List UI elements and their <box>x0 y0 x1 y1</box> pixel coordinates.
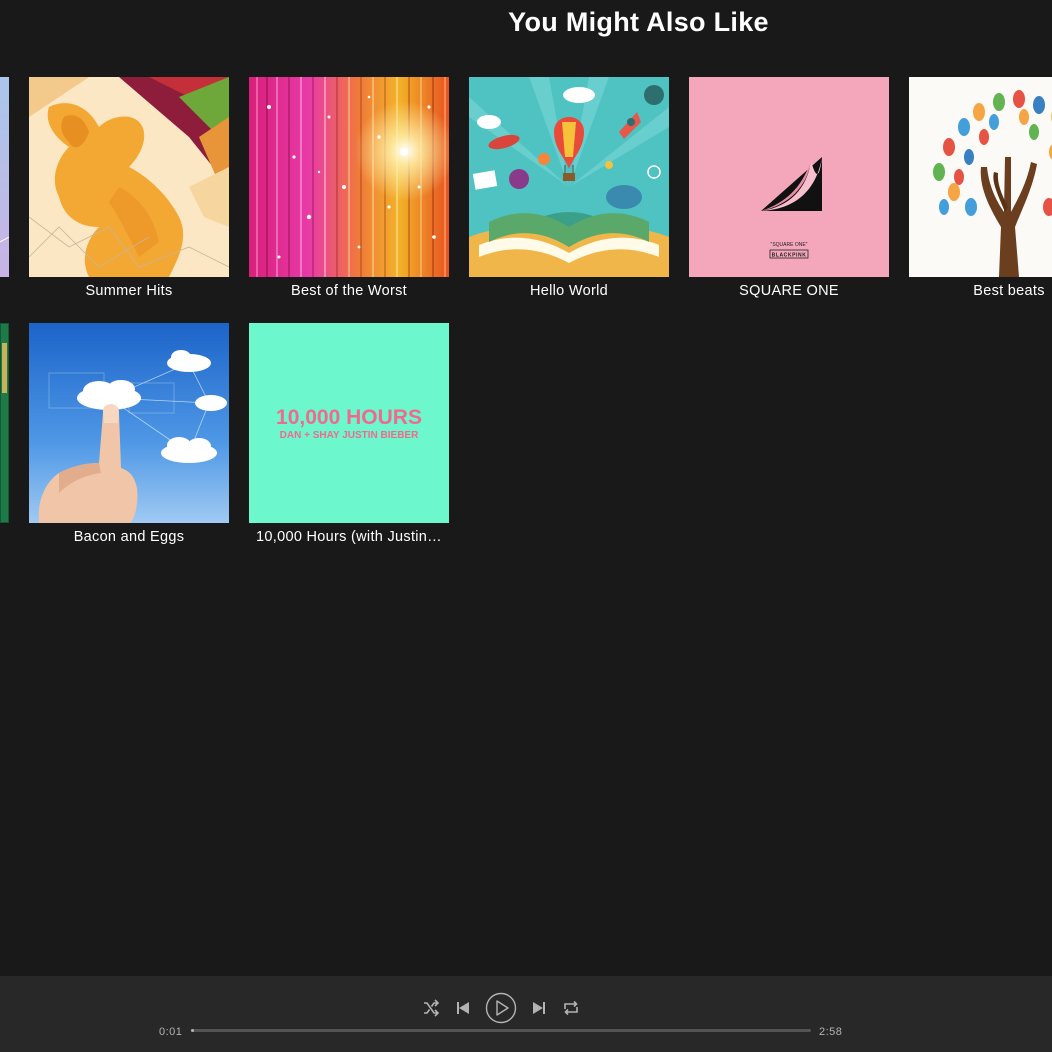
playlist-title: Best of the Worst <box>290 283 408 299</box>
hand-touch-cloud-art <box>29 323 229 523</box>
progress-bar[interactable] <box>191 1029 811 1032</box>
playlist-title: Best beats <box>973 283 1045 299</box>
playlist-card[interactable]: 10,000 HOURS DAN + SHAY JUSTIN BIEBER 10… <box>249 323 449 546</box>
playlist-title: 10,000 Hours (with Justin… <box>256 529 442 545</box>
playlist-card[interactable]: Best of the Worst <box>249 77 449 300</box>
mint-text-art: 10,000 HOURS DAN + SHAY JUSTIN BIEBER <box>249 323 449 523</box>
current-time: 0:01 <box>159 1026 183 1038</box>
open-book-balloon-art <box>469 77 669 277</box>
album-small-text: "SQUARE ONE" <box>771 242 808 248</box>
playlist-title: Summer Hits <box>85 283 173 299</box>
repeat-icon <box>564 1000 578 1016</box>
sparkle-stripes-art <box>249 77 449 277</box>
playlist-title: Hello World <box>530 283 608 299</box>
play-button[interactable] <box>485 992 517 1024</box>
album-artists-text: DAN + SHAY JUSTIN BIEBER <box>280 430 419 441</box>
section-title: You Might Also Like <box>508 7 769 37</box>
playlist-card[interactable]: Summer Hits <box>29 77 229 300</box>
pink-page-curl-art: "SQUARE ONE" BLACKPINK <box>689 77 889 277</box>
hand-tree-art <box>909 77 1052 277</box>
previous-icon <box>457 1002 469 1014</box>
playlist-title: Bacon and Eggs <box>73 529 185 545</box>
partial-album-art <box>0 323 9 523</box>
progress-fill <box>191 1029 195 1032</box>
previous-button[interactable] <box>453 998 473 1018</box>
partial-album-art <box>0 77 9 277</box>
shuffle-button[interactable] <box>421 998 441 1018</box>
playlist-card[interactable]: Bacon and Eggs <box>29 323 229 546</box>
album-title-text: 10,000 HOURS <box>276 406 422 429</box>
player-bar: 0:01 2:58 <box>0 976 1052 1052</box>
shuffle-icon <box>424 999 440 1017</box>
total-time: 2:58 <box>819 1026 843 1038</box>
next-icon <box>533 1002 545 1014</box>
playlist-card[interactable]: Hello World <box>469 77 669 300</box>
album-brand-text: BLACKPINK <box>772 253 807 259</box>
play-icon <box>485 992 517 1024</box>
partial-card-row2[interactable] <box>0 323 9 523</box>
you-might-also-like-page: You Might Also Like Summer Hits Best of … <box>0 0 1052 1052</box>
playlist-card[interactable]: Best beats <box>909 77 1052 300</box>
repeat-button[interactable] <box>561 998 581 1018</box>
partial-card-row1[interactable] <box>0 77 9 277</box>
playlist-title: SQUARE ONE <box>739 283 839 299</box>
silhouette-jumper-art <box>29 77 229 277</box>
next-button[interactable] <box>529 998 549 1018</box>
playlist-card[interactable]: "SQUARE ONE" BLACKPINK SQUARE ONE <box>689 77 889 300</box>
